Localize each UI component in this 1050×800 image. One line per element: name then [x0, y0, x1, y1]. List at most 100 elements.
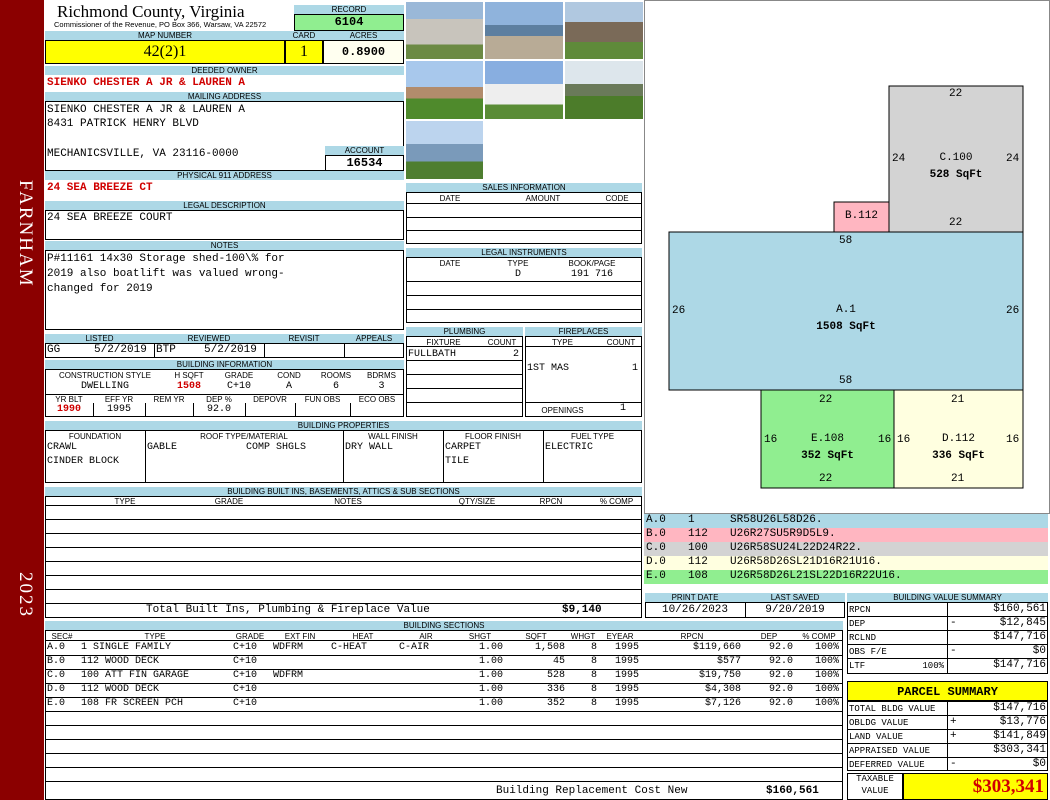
replacement-value: $160,561 [766, 785, 819, 797]
physical-label: PHYSICAL 911 ADDRESS [45, 171, 404, 180]
ps-taxable-label-1: TAXABLE [856, 774, 894, 784]
bs-row-0-col-12: 100% [814, 642, 839, 653]
reviewed-date: 5/2/2019 [204, 344, 257, 356]
photo-yard[interactable] [564, 60, 644, 120]
a-top-dim: 58 [839, 235, 853, 247]
photo-house-front[interactable] [405, 60, 484, 120]
fp-type: 1ST MAS [527, 363, 570, 374]
legend-a-code: 1 [688, 514, 695, 526]
bi-header-style: CONSTRUCTION STYLE [58, 371, 151, 380]
bs-row-2-col-7: 528 [546, 670, 565, 681]
mailing-label: MAILING ADDRESS [45, 92, 404, 101]
bp-roof-material: COMP SHGLS [246, 442, 307, 453]
ps-deferred: $0 [1032, 758, 1046, 770]
legend-c-path: U26R58SU24L22D24R22. [730, 542, 863, 554]
bs-row-3-col-11: 92.0 [768, 684, 793, 695]
bs-row-4-col-1: 108 FR SCREEN PCH [81, 698, 184, 709]
card-label: CARD [285, 31, 323, 40]
bvs-rpcn: $160,561 [993, 603, 1046, 615]
legend-e-sec: E.0 [646, 570, 666, 582]
bs-row-1-col-9: 1995 [614, 656, 639, 667]
bs-row-1-col-8: 8 [590, 656, 597, 667]
legal-instruments-label: LEGAL INSTRUMENTS [406, 248, 642, 257]
photo-shed[interactable] [405, 1, 484, 60]
bs-row-4-col-8: 8 [590, 698, 597, 709]
bi-header-hsqft: H SQFT [174, 371, 204, 380]
bs-row-0-col-11: 92.0 [768, 642, 793, 653]
legend-a-path: SR58U26L58D26. [730, 514, 823, 526]
card-value: 1 [285, 40, 323, 64]
legend-d-path: U26R58D26SL21D16R21U16. [730, 556, 882, 568]
bp-wall: DRY WALL [345, 442, 394, 453]
legend-a-sec: A.0 [646, 514, 666, 526]
bi-hsqft: 1508 [176, 381, 201, 392]
bs-row-4-col-2: C+10 [233, 698, 258, 709]
bp-foundation-1: CRAWL [47, 442, 78, 453]
bs-row-2-col-8: 8 [590, 670, 597, 681]
account-label: ACCOUNT [325, 146, 404, 155]
bs-row-4-col-12: 100% [814, 698, 839, 709]
bs-row-1-col-6: 1.00 [478, 656, 503, 667]
legend-e-path: U26R58D26L21SL22D16R22U16. [730, 570, 902, 582]
bs-row-2-col-1: 100 ATT FIN GARAGE [81, 670, 190, 681]
listed-header: LISTED [45, 334, 154, 343]
bs-row-1-col-2: C+10 [233, 656, 258, 667]
physical-address: 24 SEA BREEZE CT [47, 182, 153, 194]
photo-house-rear[interactable] [564, 1, 644, 60]
photo-boatlift[interactable] [484, 1, 564, 60]
notes-label: NOTES [45, 241, 404, 250]
bvs-rclnd-label: RCLND [849, 633, 877, 643]
bi-rooms: 6 [332, 381, 339, 392]
bi-header-ecoobs: ECO OBS [358, 395, 396, 404]
building-sections-label: BUILDING SECTIONS [45, 621, 843, 630]
sales-header-code: CODE [605, 194, 629, 203]
bi-header-grade: GRADE [224, 371, 254, 380]
photo-pier[interactable] [405, 120, 484, 180]
ps-total-bldg: $147,716 [993, 702, 1046, 714]
district-name: FARNHAM [15, 180, 36, 288]
print-date-label: PRINT DATE [645, 593, 745, 602]
bs-row-0-col-3: WDFRM [273, 642, 304, 653]
bs-row-4-col-9: 1995 [614, 698, 639, 709]
mailing-line2: 8431 PATRICK HENRY BLVD [47, 118, 199, 130]
legend-d-sec: D.0 [646, 556, 666, 568]
reviewed-header: REVIEWED [154, 334, 264, 343]
bs-row-0-col-4: C-HEAT [331, 642, 368, 653]
bs-row-2-col-0: C.0 [47, 670, 66, 681]
bs-row-0-col-7: 1,508 [534, 642, 565, 653]
e-top-dim: 22 [819, 394, 833, 406]
legend-row-c: C.0 100 U26R58SU24L22D24R22. [644, 542, 1048, 556]
ps-land: $141,849 [993, 730, 1046, 742]
bs-row-3-col-10: $4,308 [704, 684, 741, 695]
bs-row-1-col-1: 112 WOOD DECK [81, 656, 160, 667]
photo-storage[interactable] [484, 60, 564, 120]
legend-c-code: 100 [688, 542, 708, 554]
bs-row-3-col-1: 112 WOOD DECK [81, 684, 160, 695]
bs-row-2-col-9: 1995 [614, 670, 639, 681]
record-value: 6104 [294, 14, 404, 31]
bp-floor-1: CARPET [445, 442, 482, 453]
bs-row-3-col-2: C+10 [233, 684, 258, 695]
bvs-obs: $0 [1032, 645, 1046, 657]
legend-row-a: A.0 1 SR58U26L58D26. [644, 514, 1048, 528]
bs-row-2-col-6: 1.00 [478, 670, 503, 681]
bi-header-remyr: REM YR [153, 395, 185, 404]
bs-row-3-col-0: D.0 [47, 684, 66, 695]
bs-row-0-col-1: 1 SINGLE FAMILY [81, 642, 172, 653]
builtins-total-label: Total Built Ins, Plumbing & Fireplace Va… [146, 604, 430, 616]
sales-header-date: DATE [439, 194, 461, 203]
sales-header-amount: AMOUNT [525, 194, 561, 203]
a-sqft: 1508 SqFt [816, 321, 876, 333]
c-sqft: 528 SqFt [929, 169, 983, 181]
record-label: RECORD [294, 5, 404, 14]
legend-e-code: 108 [688, 570, 708, 582]
print-date: 10/26/2023 [661, 604, 728, 616]
revisit-header: REVISIT [264, 334, 344, 343]
bs-row-1-col-7: 45 [552, 656, 565, 667]
bp-header-roof: ROOF TYPE/MATERIAL [200, 432, 288, 441]
li-type: D [514, 269, 521, 280]
bs-row-3-col-6: 1.00 [478, 684, 503, 695]
bs-row-0-col-8: 8 [590, 642, 597, 653]
legal-label: LEGAL DESCRIPTION [45, 201, 404, 210]
bi-bdrms: 3 [378, 381, 385, 392]
